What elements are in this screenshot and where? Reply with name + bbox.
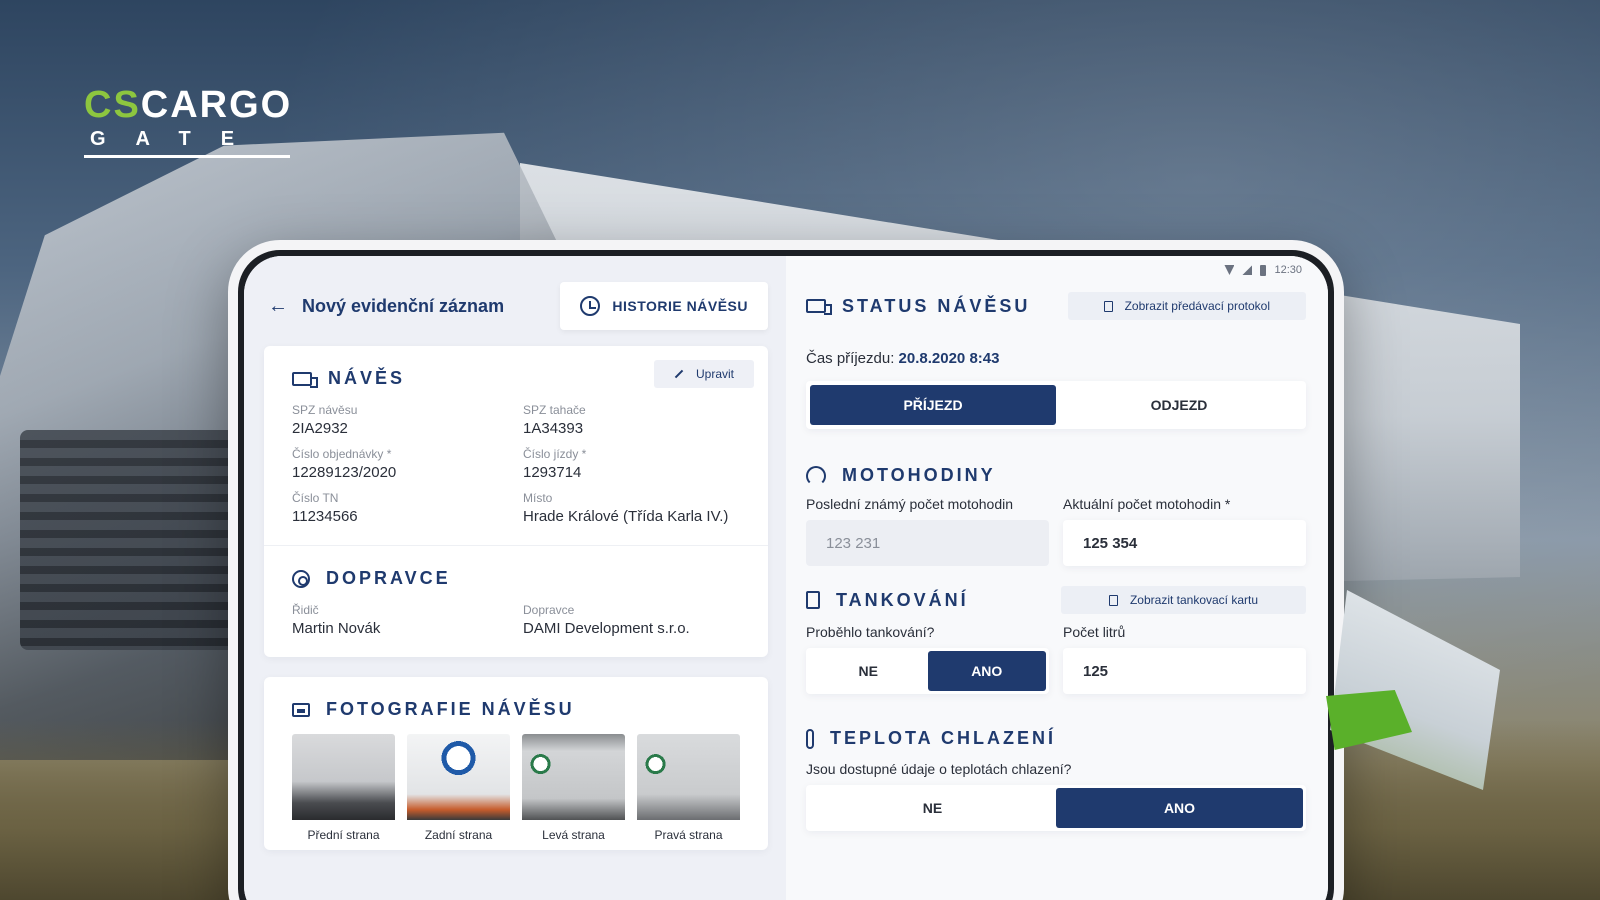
arrival-time: Čas příjezdu: 20.8.2020 8:43 [806, 350, 1000, 367]
teplota-title: TEPLOTA CHLAZENÍ [806, 728, 1056, 749]
history-icon [580, 296, 601, 316]
last-hours-field: 123 231 [806, 520, 1049, 566]
tankovani-title: TANKOVÁNÍ [806, 590, 969, 611]
app-screen: ← Nový evidenční záznam HISTORIE NÁVĚSU … [244, 256, 1328, 900]
field-cislo-objednavky: Číslo objednávky * 12289123/2020 [292, 447, 397, 481]
edit-button[interactable]: Upravit [653, 360, 754, 388]
temperature-toggle: NE ANO [806, 785, 1306, 831]
naves-section: NÁVĚS Upravit SPZ návěsu 2IA2932 SPZ taha… [264, 346, 768, 545]
fuel-pump-icon [806, 591, 820, 609]
liters-input[interactable]: 125 [1063, 648, 1306, 694]
prijezd-option[interactable]: PŘÍJEZD [810, 385, 1056, 425]
truck-icon [292, 371, 318, 388]
photo-rear[interactable]: Zadní strana [407, 734, 510, 850]
odjezd-option[interactable]: ODJEZD [1056, 385, 1302, 425]
naves-title: NÁVĚS [328, 368, 406, 388]
thermometer-icon [806, 728, 814, 749]
document-icon [1103, 300, 1113, 312]
left-panel: ← Nový evidenční záznam HISTORIE NÁVĚSU … [244, 256, 786, 900]
temperature-ne-option[interactable]: NE [809, 788, 1056, 828]
temperature-ano-option[interactable]: ANO [1056, 788, 1303, 828]
status-toggle: PŘÍJEZD ODJEZD [806, 381, 1306, 429]
cscargo-gate-logo: CSCARGO GATE [84, 86, 294, 158]
trailer-rear-photo [407, 734, 510, 820]
info-card: NÁVĚS Upravit SPZ návěsu 2IA2932 SPZ taha… [264, 346, 768, 657]
pencil-icon [674, 369, 684, 379]
photo-front[interactable]: Přední strana [292, 734, 395, 850]
truck-icon [806, 299, 832, 315]
field-ridic: Řidič Martin Novák [292, 603, 381, 637]
photo-right[interactable]: Pravá strana [637, 734, 740, 850]
fueling-ano-option[interactable]: ANO [927, 651, 1046, 691]
steering-wheel-icon [292, 569, 310, 588]
field-cislo-jizdy: Číslo jízdy * 1293714 [523, 447, 587, 481]
system-status-bar: 12:30 [1224, 264, 1302, 276]
back-arrow-icon[interactable]: ← [268, 295, 288, 318]
trailer-left-photo [522, 734, 625, 820]
trailer-front-photo [292, 734, 395, 820]
page-title: Nový evidenční záznam [302, 295, 505, 316]
field-dopravce: Dopravce DAMI Development s.r.o. [523, 603, 690, 637]
wifi-icon [1224, 265, 1235, 275]
show-fuel-card-button[interactable]: Zobrazit tankovací kartu [1061, 586, 1306, 614]
dopravce-title: DOPRAVCE [326, 568, 451, 588]
fueling-toggle: NE ANO [806, 648, 1049, 694]
right-panel: 12:30 STATUS NÁVĚSU Zobrazit předávací p… [786, 256, 1328, 900]
trailer-right-photo [637, 734, 740, 820]
fueling-ne-option[interactable]: NE [809, 651, 928, 691]
history-button[interactable]: HISTORIE NÁVĚSU [560, 282, 768, 330]
field-spz-navesu: SPZ návěsu 2IA2932 [292, 403, 358, 437]
fuel-card-icon [1108, 594, 1118, 606]
field-spz-tahace: SPZ tahače 1A34393 [523, 403, 586, 437]
photos-card: FOTOGRAFIE NÁVĚSU Přední strana Zadní st… [264, 677, 768, 850]
signal-icon [1242, 265, 1253, 275]
truck-grill [20, 430, 240, 650]
current-hours-input[interactable]: 125 354 [1063, 520, 1306, 566]
battery-icon [1260, 264, 1267, 276]
photo-left[interactable]: Levá strana [522, 734, 625, 850]
motohodiny-title: MOTOHODINY [806, 465, 996, 486]
dopravce-section: DOPRAVCE Řidič Martin Novák Dopravce DAMI … [264, 545, 768, 657]
clock: 12:30 [1274, 264, 1302, 276]
gauge-icon [806, 465, 826, 486]
field-misto: Místo Hrade Králové (Třída Karla IV.) [523, 491, 729, 525]
photos-title: FOTOGRAFIE NÁVĚSU [326, 699, 575, 719]
show-protocol-button[interactable]: Zobrazit předávací protokol [1067, 292, 1306, 320]
field-cislo-tn: Číslo TN 11234566 [292, 491, 358, 525]
status-title: STATUS NÁVĚSU [806, 296, 1030, 317]
back-nav[interactable]: ← Nový evidenční záznam [264, 295, 504, 318]
photo-gallery-icon [292, 702, 310, 717]
tablet-device: ← Nový evidenční záznam HISTORIE NÁVĚSU … [228, 240, 1344, 900]
